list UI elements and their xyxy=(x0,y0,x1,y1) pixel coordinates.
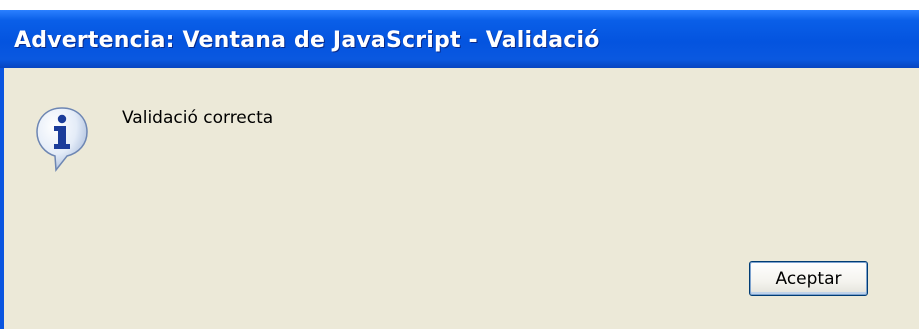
ok-button[interactable]: Aceptar xyxy=(749,261,868,296)
dialog-title: Advertencia: Ventana de JavaScript - Val… xyxy=(14,28,600,53)
message-text: Validació correcta xyxy=(122,108,274,128)
info-icon xyxy=(34,106,90,176)
alert-dialog: Advertencia: Ventana de JavaScript - Val… xyxy=(0,10,919,329)
dialog-body: Validació correcta Aceptar xyxy=(4,68,919,329)
title-bar[interactable]: Advertencia: Ventana de JavaScript - Val… xyxy=(0,10,919,68)
